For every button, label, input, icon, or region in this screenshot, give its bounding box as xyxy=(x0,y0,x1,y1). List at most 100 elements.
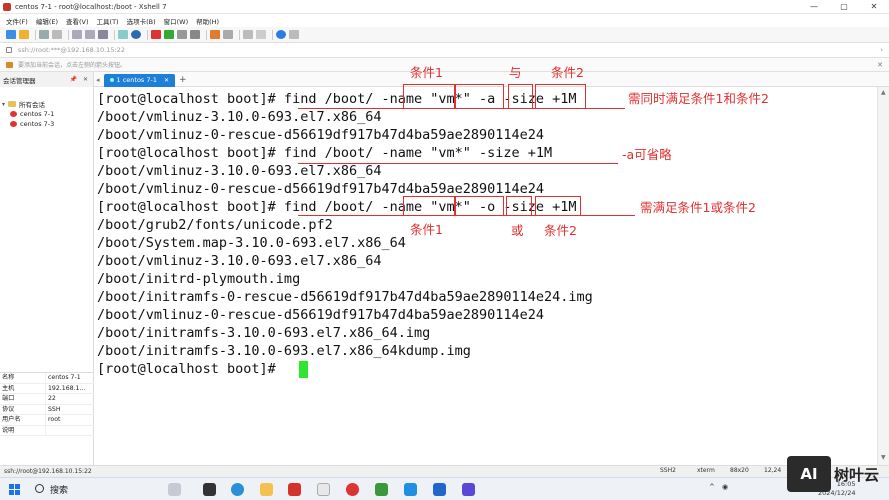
annotation-or: 或 xyxy=(511,223,524,238)
status-connection: ssh://root@192.168.10.15:22 xyxy=(4,468,92,475)
file-explorer-icon[interactable] xyxy=(260,483,273,496)
property-key: 端口 xyxy=(0,394,46,404)
terminal-line: /boot/initramfs-3.10.0-693.el7.x86_64kdu… xyxy=(97,343,471,359)
media-taskbar-icon[interactable] xyxy=(433,483,446,496)
copy-icon[interactable] xyxy=(72,30,82,39)
session-properties: 名称 centos 7-1 主机 192.168.1... 端口 22 协议 SSH 用… xyxy=(0,372,94,436)
tab-nav-left-icon[interactable]: ◂ xyxy=(96,76,100,84)
widgets-icon[interactable] xyxy=(168,483,181,496)
terminal-line: /boot/initramfs-3.10.0-693.el7.x86_64.im… xyxy=(97,325,431,341)
annotation-box-name-1 xyxy=(403,84,455,109)
folder-icon xyxy=(8,101,16,107)
window-controls: — ▢ ✕ xyxy=(799,0,889,14)
terminal-line: /boot/vmlinuz-3.10.0-693.el7.x86_64 xyxy=(97,253,382,269)
status-size: 88x20 xyxy=(730,467,749,474)
connected-status-icon xyxy=(109,78,114,82)
task-view-icon[interactable] xyxy=(203,483,216,496)
xftp-taskbar-icon[interactable] xyxy=(375,483,388,496)
windows-taskbar: 搜索 ^ ◉ 16:05 2024/12/24 xyxy=(0,477,889,500)
xshell-taskbar-icon[interactable] xyxy=(346,483,359,496)
search-icon[interactable] xyxy=(35,484,44,493)
property-key: 主机 xyxy=(0,383,46,393)
close-button[interactable]: ✕ xyxy=(859,0,889,14)
session-manager-panel: ▾ 所有会话 centos 7-1 centos 7-3 名称 centos 7-… xyxy=(0,87,94,465)
toolbar-separator xyxy=(114,29,115,40)
watermark-text: 树叶云 xyxy=(834,466,880,484)
disconnect-icon[interactable] xyxy=(52,30,62,39)
hint-text: 要添加当前会话，点击左侧的箭头按钮。 xyxy=(18,62,127,69)
annotation-need-either: 需满足条件1或条件2 xyxy=(640,200,756,215)
compose-icon[interactable] xyxy=(223,30,233,39)
layout-icon[interactable] xyxy=(243,30,253,39)
keyboard-icon[interactable] xyxy=(177,30,187,39)
toolbar-separator xyxy=(68,29,69,40)
help-icon[interactable] xyxy=(276,30,286,39)
script-icon[interactable] xyxy=(210,30,220,39)
terminal-line: [root@localhost boot]# find /boot/ -name… xyxy=(97,199,577,215)
menu-view[interactable]: 查看(V) xyxy=(66,16,89,26)
font-icon[interactable] xyxy=(118,30,128,39)
find-icon[interactable] xyxy=(98,30,108,39)
scroll-up-icon[interactable]: ▲ xyxy=(881,89,886,96)
transfer-icon[interactable] xyxy=(164,30,174,39)
annotation-box-pattern-3 xyxy=(455,196,504,216)
session-manager-pin-close[interactable]: 📌 ✕ xyxy=(70,76,90,83)
menu-window[interactable]: 窗口(W) xyxy=(164,16,189,26)
menu-help[interactable]: 帮助(H) xyxy=(196,16,219,26)
tree-session-item[interactable]: centos 7-3 xyxy=(2,119,54,129)
app-taskbar-icon[interactable] xyxy=(404,483,417,496)
status-protocol: SSH2 xyxy=(660,467,676,474)
chevron-right-icon[interactable]: › xyxy=(880,46,883,54)
tab-centos-7-1[interactable]: 1 centos 7-1 ✕ xyxy=(103,73,176,87)
open-folder-icon[interactable] xyxy=(19,30,29,39)
xftp-icon[interactable] xyxy=(151,30,161,39)
tab-close-icon[interactable]: ✕ xyxy=(164,74,169,87)
terminal-prompt: [root@localhost boot]# xyxy=(97,361,284,377)
menu-edit[interactable]: 编辑(E) xyxy=(36,16,58,26)
taskbar-search-label[interactable]: 搜索 xyxy=(50,483,68,496)
terminal-area[interactable]: [root@localhost boot]# find /boot/ -name… xyxy=(94,87,877,465)
app2-taskbar-icon[interactable] xyxy=(462,483,475,496)
edge-browser-icon[interactable] xyxy=(231,483,244,496)
annotation-need-both: 需同时满足条件1和条件2 xyxy=(628,91,769,106)
lock-icon xyxy=(6,47,12,53)
lock-icon[interactable] xyxy=(190,30,200,39)
wps-icon[interactable] xyxy=(288,483,301,496)
terminal-line: [root@localhost boot]# find /boot/ -name… xyxy=(97,145,553,161)
menu-tab[interactable]: 选项卡(B) xyxy=(127,16,156,26)
annotation-a-optional: -a可省略 xyxy=(622,147,672,162)
terminal-line: /boot/vmlinuz-0-rescue-d56619df917b47d4b… xyxy=(97,307,545,323)
new-tab-button[interactable]: + xyxy=(179,75,187,85)
globe-icon[interactable] xyxy=(131,30,141,39)
toolbar-separator xyxy=(147,29,148,40)
xshell-app-icon xyxy=(3,2,11,11)
windows-start-icon[interactable] xyxy=(9,484,20,495)
session-label: centos 7-3 xyxy=(20,120,55,128)
property-row: 名称 centos 7-1 xyxy=(0,373,94,384)
close-icon[interactable]: ✕ xyxy=(877,61,883,69)
reconnect-icon[interactable] xyxy=(39,30,49,39)
tray-app-icon[interactable]: ◉ xyxy=(722,483,728,491)
session-manager-title: 会话管理器 xyxy=(3,76,36,85)
paste-icon[interactable] xyxy=(85,30,95,39)
maximize-button[interactable]: ▢ xyxy=(829,0,859,14)
annotation-box-size-1 xyxy=(535,84,586,109)
menu-bar: 文件(F) 编辑(E) 查看(V) 工具(T) 选项卡(B) 窗口(W) 帮助(… xyxy=(0,14,889,27)
tree-all-sessions[interactable]: ▾ 所有会话 xyxy=(2,99,54,110)
new-session-icon[interactable] xyxy=(6,30,16,39)
address-field[interactable]: ssh://root:***@192.168.10.15:22 xyxy=(18,46,125,54)
session-tree: ▾ 所有会话 centos 7-1 centos 7-3 xyxy=(2,99,54,129)
settings-icon[interactable] xyxy=(289,30,299,39)
address-bar: ssh://root:***@192.168.10.15:22 › xyxy=(0,43,889,58)
property-key: 用户名 xyxy=(0,415,46,425)
menu-tools[interactable]: 工具(T) xyxy=(97,16,119,26)
terminal-scrollbar[interactable]: ▲ ▼ xyxy=(877,87,889,465)
options-icon[interactable] xyxy=(256,30,266,39)
annotation-underline-2 xyxy=(298,163,618,165)
tray-expand-icon[interactable]: ^ xyxy=(709,483,715,491)
menu-file[interactable]: 文件(F) xyxy=(6,16,28,26)
tree-session-item[interactable]: centos 7-1 xyxy=(2,109,54,119)
minimize-button[interactable]: — xyxy=(799,0,829,14)
typora-icon[interactable] xyxy=(317,483,330,496)
annotation-underline-3 xyxy=(298,215,635,217)
